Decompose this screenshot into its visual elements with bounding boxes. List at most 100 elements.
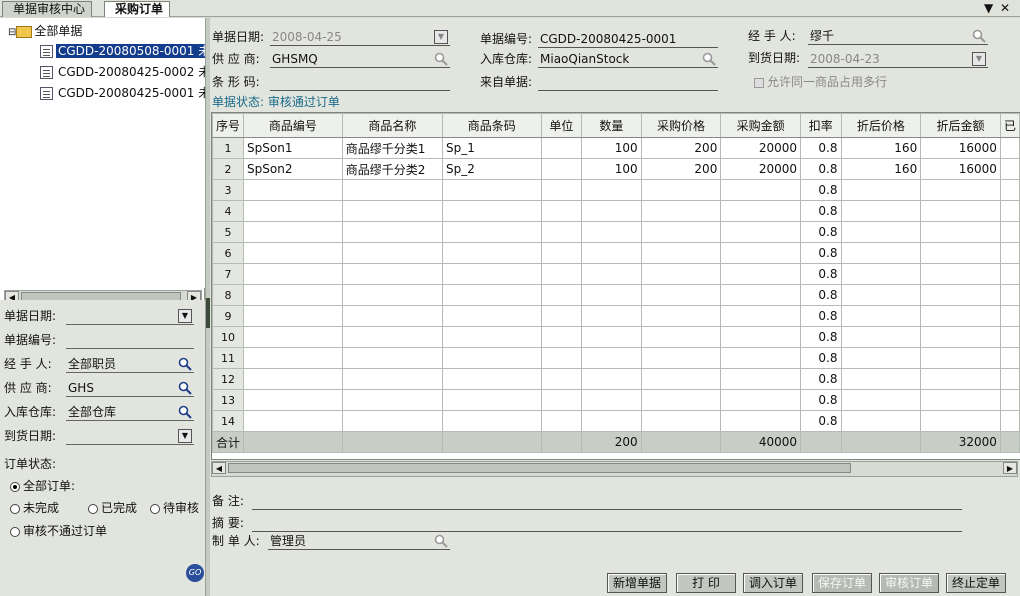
import-order-button[interactable]: 调入订单 (743, 573, 803, 593)
cell-disc-price[interactable] (840, 410, 922, 432)
radio-all[interactable]: 全部订单: (10, 476, 75, 496)
cell-price[interactable] (640, 179, 722, 201)
cell-barcode[interactable]: Sp_2 (441, 158, 542, 180)
cell-name[interactable] (341, 263, 443, 285)
cell-barcode[interactable] (441, 305, 542, 327)
cell-discount[interactable]: 0.8 (800, 137, 842, 159)
cell-unit[interactable] (540, 179, 583, 201)
cell-code[interactable] (243, 179, 343, 201)
cell-amount[interactable] (720, 326, 802, 348)
cell-barcode[interactable]: Sp_1 (441, 137, 542, 159)
remark-field[interactable] (252, 492, 962, 510)
cell-unit[interactable] (540, 263, 583, 285)
cell-qty[interactable] (581, 200, 642, 222)
cell-barcode[interactable] (441, 368, 542, 390)
column-header[interactable]: 数量 (581, 113, 642, 138)
cell-barcode[interactable] (441, 179, 542, 201)
radio-incomplete[interactable]: 未完成 (10, 498, 59, 518)
cell-barcode[interactable] (441, 263, 542, 285)
summary-field[interactable] (252, 514, 962, 532)
cell-name[interactable] (341, 305, 443, 327)
cell-extra[interactable] (999, 179, 1020, 201)
cell-discount[interactable]: 0.8 (800, 347, 842, 369)
cell-discount[interactable]: 0.8 (800, 263, 842, 285)
cell-code[interactable]: SpSon1 (243, 137, 343, 159)
chevron-down-icon[interactable]: ▼ (984, 0, 993, 16)
radio-selected-icon[interactable] (10, 481, 20, 492)
cell-unit[interactable] (540, 242, 583, 264)
radio-icon[interactable] (150, 503, 160, 514)
allow-multi-row-checkbox[interactable]: 允许同一商品占用多行 (754, 73, 887, 91)
new-document-button[interactable]: 新增单据 (607, 573, 667, 593)
audit-order-button[interactable]: 审核订单 (879, 573, 939, 593)
cell-qty[interactable]: 100 (581, 137, 642, 159)
cell-name[interactable]: 商品缪千分类2 (341, 158, 443, 180)
cell-code[interactable] (243, 284, 343, 306)
cell-amount[interactable] (720, 305, 802, 327)
cell-amount[interactable] (720, 368, 802, 390)
cell-disc-amount[interactable] (920, 284, 1001, 306)
tree-root[interactable]: ⊟ 全部单据 (8, 22, 82, 40)
cell-amount[interactable] (720, 410, 802, 432)
cell-price[interactable] (640, 263, 722, 285)
handler-field[interactable]: 缪千 (808, 27, 988, 45)
cell-barcode[interactable] (441, 200, 542, 222)
cell-name[interactable] (341, 284, 443, 306)
cell-disc-price[interactable]: 160 (840, 158, 922, 180)
cell-discount[interactable]: 0.8 (800, 326, 842, 348)
column-header[interactable]: 序号 (212, 113, 245, 138)
search-icon[interactable] (434, 52, 448, 66)
cell-extra[interactable] (999, 242, 1020, 264)
column-header[interactable]: 折后价格 (840, 113, 922, 138)
cell-barcode[interactable] (441, 221, 542, 243)
cell-extra[interactable] (999, 221, 1020, 243)
cell-price[interactable] (640, 221, 722, 243)
cell-amount[interactable] (720, 242, 802, 264)
cell-code[interactable] (243, 347, 343, 369)
cell-disc-price[interactable] (840, 221, 922, 243)
cell-price[interactable] (640, 200, 722, 222)
radio-rejected[interactable]: 审核不通过订单 (10, 521, 107, 541)
cell-price[interactable] (640, 368, 722, 390)
cell-disc-price[interactable]: 160 (840, 137, 922, 159)
cell-discount[interactable]: 0.8 (800, 179, 842, 201)
cell-disc-price[interactable] (840, 284, 922, 306)
source-field[interactable] (538, 73, 718, 91)
radio-icon[interactable] (88, 503, 98, 514)
cell-name[interactable] (341, 200, 443, 222)
cell-amount[interactable] (720, 389, 802, 411)
cell-code[interactable] (243, 326, 343, 348)
cell-disc-price[interactable] (840, 263, 922, 285)
cell-code[interactable]: SpSon2 (243, 158, 343, 180)
cell-name[interactable] (341, 347, 443, 369)
cell-discount[interactable]: 0.8 (800, 389, 842, 411)
cell-qty[interactable] (581, 305, 642, 327)
column-header[interactable]: 单位 (540, 113, 583, 138)
cell-code[interactable] (243, 242, 343, 264)
scroll-right-icon[interactable]: ▶ (1003, 462, 1017, 474)
cell-price[interactable] (640, 326, 722, 348)
cell-disc-price[interactable] (840, 326, 922, 348)
cell-price[interactable]: 200 (640, 137, 722, 159)
terminate-order-button[interactable]: 终止定单 (946, 573, 1006, 593)
cell-qty[interactable] (581, 368, 642, 390)
cell-discount[interactable]: 0.8 (800, 368, 842, 390)
cell-code[interactable] (243, 221, 343, 243)
cell-code[interactable] (243, 389, 343, 411)
column-header[interactable]: 已 (999, 113, 1020, 138)
cell-amount[interactable]: 20000 (720, 158, 802, 180)
cell-barcode[interactable] (441, 242, 542, 264)
cell-extra[interactable] (999, 200, 1020, 222)
cell-amount[interactable] (720, 179, 802, 201)
cell-barcode[interactable] (441, 347, 542, 369)
cell-discount[interactable]: 0.8 (800, 158, 842, 180)
cell-disc-price[interactable] (840, 305, 922, 327)
cell-name[interactable] (341, 242, 443, 264)
cell-amount[interactable] (720, 284, 802, 306)
dropdown-icon[interactable]: ▼ (178, 309, 192, 323)
cell-barcode[interactable] (441, 410, 542, 432)
cell-extra[interactable] (999, 326, 1020, 348)
cell-code[interactable] (243, 410, 343, 432)
filter-warehouse-field[interactable]: 全部仓库 (66, 403, 194, 421)
cell-name[interactable] (341, 368, 443, 390)
